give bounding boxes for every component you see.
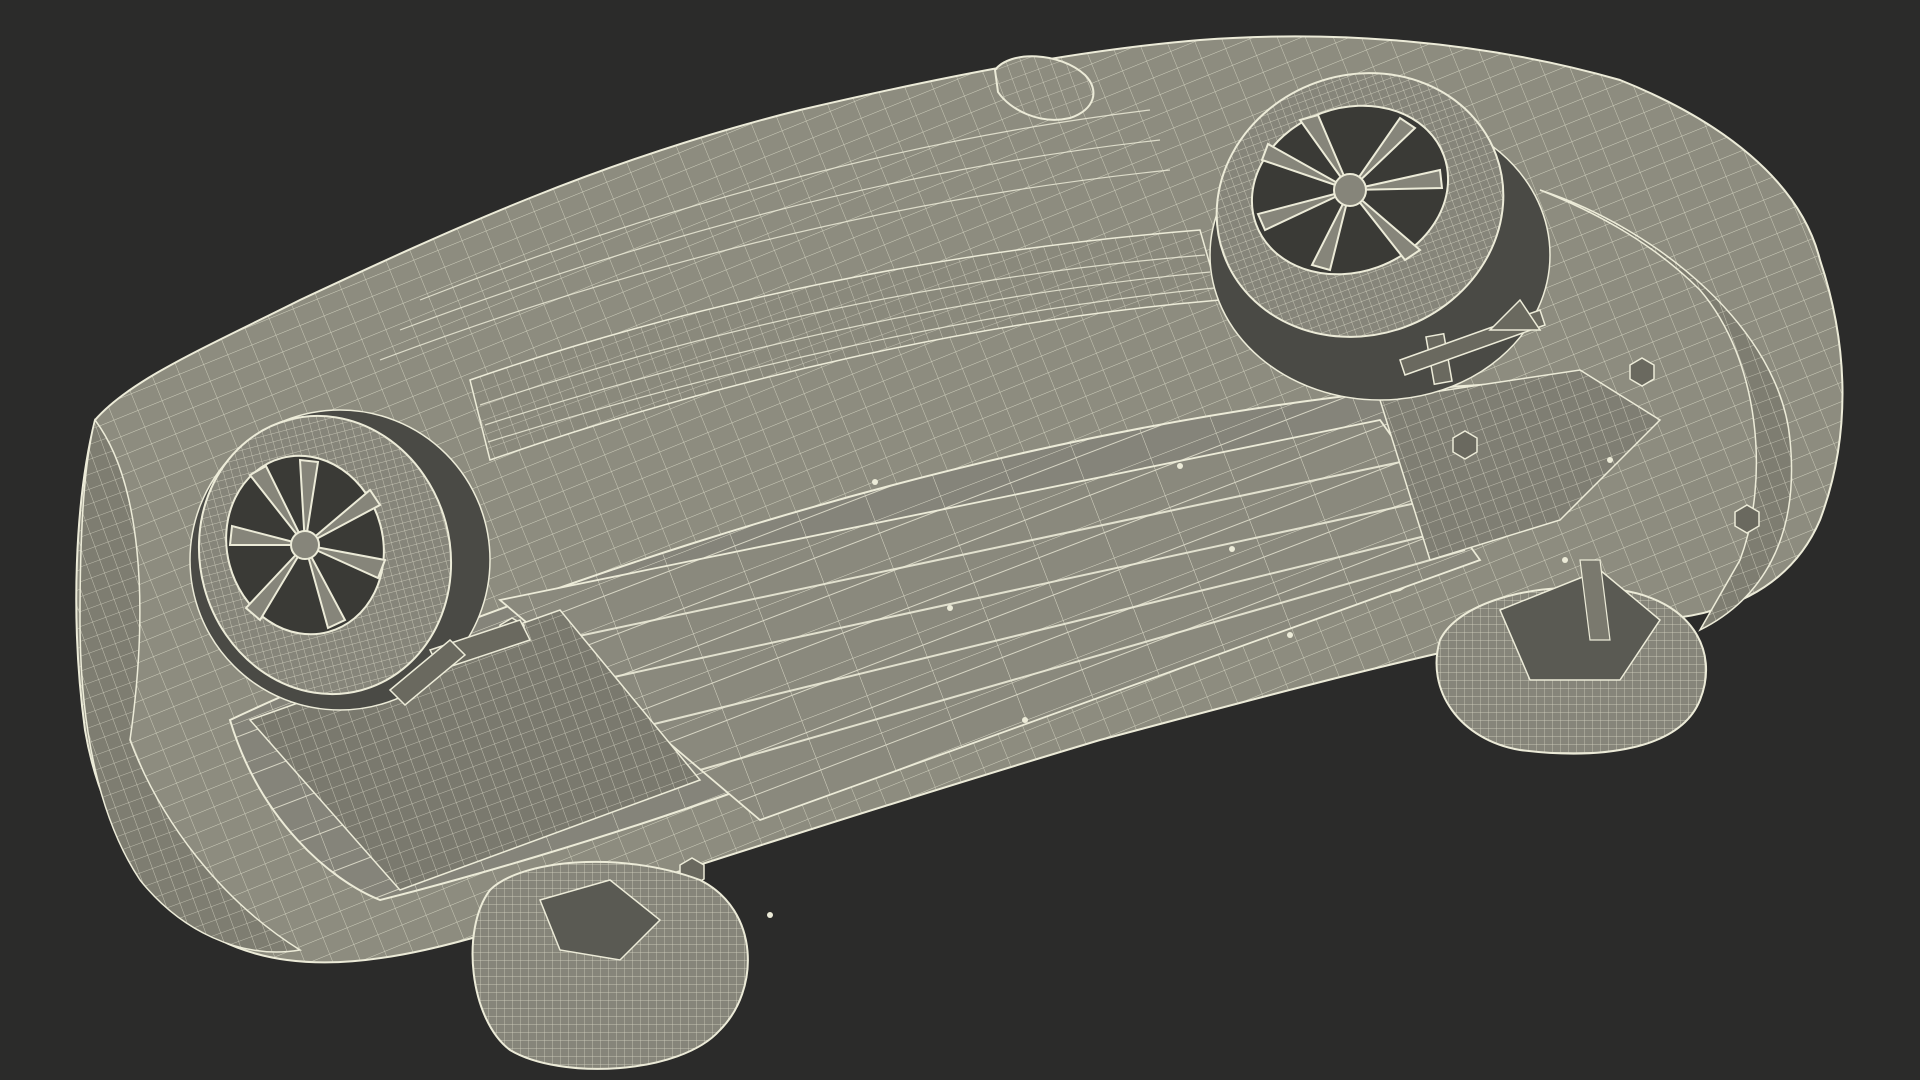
hub: [290, 530, 320, 560]
render-viewport: [0, 0, 1920, 1080]
hub: [1333, 173, 1367, 207]
wheel-rear-right: [471, 860, 749, 1070]
bolt-hex: [1452, 430, 1478, 460]
bolt-hex: [1629, 357, 1655, 387]
bolt-hex: [1734, 504, 1760, 534]
car-wireframe-render: [75, 35, 1844, 1070]
